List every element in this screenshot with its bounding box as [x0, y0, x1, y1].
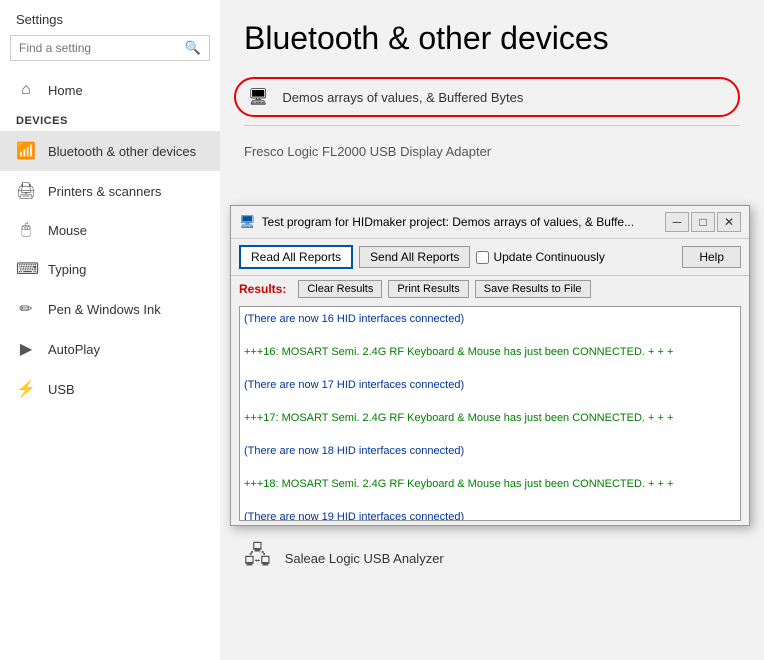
result-line: +++17: MOSART Semi. 2.4G RF Keyboard & M… [244, 410, 736, 427]
popup-title-icon: 🖥 [239, 214, 256, 230]
device-icon: 🖥 [248, 87, 268, 107]
sidebar-typing-label: Typing [48, 262, 86, 277]
device-saleae: 🖧 Saleae Logic USB Analyzer [244, 528, 740, 589]
sidebar-pen-label: Pen & Windows Ink [48, 302, 161, 317]
results-bar: Results: Clear Results Print Results Sav… [231, 276, 749, 302]
app-title: Settings [0, 0, 220, 35]
mouse-icon: 🖱 [16, 221, 36, 239]
popup-title-text: Test program for HIDmaker project: Demos… [262, 215, 659, 229]
saleae-label: Saleae Logic USB Analyzer [285, 551, 444, 566]
sidebar-item-home[interactable]: ⌂ Home [0, 71, 220, 109]
search-box[interactable]: 🔍 [10, 35, 210, 61]
home-icon: ⌂ [16, 81, 36, 99]
typing-icon: ⌨ [16, 259, 36, 279]
sidebar-section-devices: Devices [0, 109, 220, 131]
sidebar-usb-label: USB [48, 382, 75, 397]
update-continuously-label: Update Continuously [493, 250, 604, 264]
faded-device-name: Fresco Logic FL2000 USB Display Adapter [244, 144, 491, 159]
faded-device: Fresco Logic FL2000 USB Display Adapter [244, 134, 740, 169]
titlebar-buttons: ─ □ ✕ [665, 212, 741, 232]
result-line: (There are now 17 HID interfaces connect… [244, 377, 736, 394]
close-button[interactable]: ✕ [717, 212, 741, 232]
popup-titlebar: 🖥 Test program for HIDmaker project: Dem… [231, 206, 749, 239]
sidebar: Settings 🔍 ⌂ Home Devices 📶 Bluetooth & … [0, 0, 220, 660]
highlight-device-name: Demos arrays of values, & Buffered Bytes [282, 90, 523, 105]
result-line: +++18: MOSART Semi. 2.4G RF Keyboard & M… [244, 476, 736, 493]
result-line: (There are now 16 HID interfaces connect… [244, 311, 736, 328]
sidebar-item-usb[interactable]: ⚡ USB [0, 369, 220, 409]
sidebar-item-autoplay[interactable]: ▶ AutoPlay [0, 329, 220, 369]
sidebar-item-printers[interactable]: 🖨 Printers & scanners [0, 171, 220, 211]
search-input[interactable] [19, 41, 185, 55]
sidebar-autoplay-label: AutoPlay [48, 342, 100, 357]
bluetooth-icon: 📶 [16, 141, 36, 161]
save-results-button[interactable]: Save Results to File [475, 280, 591, 298]
printer-icon: 🖨 [16, 181, 36, 201]
popup-toolbar: Read All Reports Send All Reports Update… [231, 239, 749, 276]
result-line: (There are now 18 HID interfaces connect… [244, 443, 736, 460]
sidebar-item-typing[interactable]: ⌨ Typing [0, 249, 220, 289]
sidebar-item-pen[interactable]: ✏ Pen & Windows Ink [0, 289, 220, 329]
clear-results-button[interactable]: Clear Results [298, 280, 382, 298]
highlight-device: 🖥 Demos arrays of values, & Buffered Byt… [234, 77, 740, 117]
divider [244, 125, 740, 126]
popup-window: 🖥 Test program for HIDmaker project: Dem… [230, 205, 750, 526]
main-content: Bluetooth & other devices 🖥 Demos arrays… [220, 0, 764, 660]
read-all-reports-button[interactable]: Read All Reports [239, 245, 353, 269]
pen-icon: ✏ [16, 299, 36, 319]
result-line: +++16: MOSART Semi. 2.4G RF Keyboard & M… [244, 344, 736, 361]
sidebar-item-mouse[interactable]: 🖱 Mouse [0, 211, 220, 249]
print-results-button[interactable]: Print Results [388, 280, 468, 298]
sidebar-printers-label: Printers & scanners [48, 184, 161, 199]
home-label: Home [48, 83, 83, 98]
sidebar-item-bluetooth[interactable]: 📶 Bluetooth & other devices [0, 131, 220, 171]
search-icon: 🔍 [185, 40, 201, 56]
result-line: (There are now 19 HID interfaces connect… [244, 509, 736, 521]
help-button[interactable]: Help [682, 246, 741, 268]
maximize-button[interactable]: □ [691, 212, 715, 232]
usb-icon: ⚡ [16, 379, 36, 399]
autoplay-icon: ▶ [16, 339, 36, 359]
saleae-icon: 🖧 [244, 538, 271, 579]
results-content[interactable]: (There are now 16 HID interfaces connect… [239, 306, 741, 521]
update-checkbox-input[interactable] [476, 251, 489, 264]
sidebar-bluetooth-label: Bluetooth & other devices [48, 144, 196, 159]
send-all-reports-button[interactable]: Send All Reports [359, 246, 470, 268]
update-continuously-checkbox[interactable]: Update Continuously [476, 250, 604, 264]
sidebar-mouse-label: Mouse [48, 223, 87, 238]
minimize-button[interactable]: ─ [665, 212, 689, 232]
page-title: Bluetooth & other devices [244, 20, 740, 57]
results-label: Results: [239, 282, 286, 296]
